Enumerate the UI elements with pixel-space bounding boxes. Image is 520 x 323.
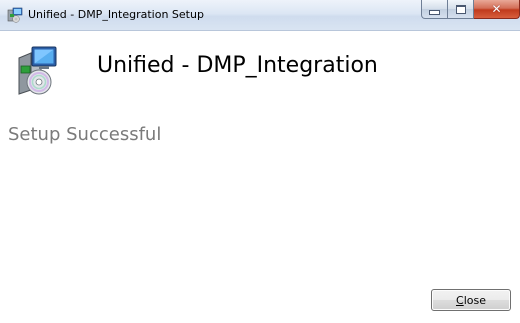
maximize-button[interactable] [448, 0, 474, 19]
close-button-accel: C [456, 293, 464, 307]
installer-icon [7, 7, 23, 23]
window-title: Unified - DMP_Integration Setup [28, 8, 204, 21]
maximize-icon [455, 4, 466, 14]
close-window-button[interactable]: ✕ [474, 0, 520, 19]
product-title: Unified - DMP_Integration [97, 53, 378, 78]
title-bar[interactable]: Unified - DMP_Integration Setup ✕ [0, 0, 520, 31]
close-button[interactable]: Close [431, 289, 511, 311]
installer-package-icon [18, 46, 57, 95]
close-button-label: lose [463, 293, 486, 307]
close-icon: ✕ [491, 2, 502, 16]
minimize-icon [429, 9, 440, 15]
caption-buttons: ✕ [421, 0, 520, 19]
setup-window: Unified - DMP_Integration Setup ✕ Unifie… [0, 0, 520, 323]
status-message: Setup Successful [8, 124, 162, 145]
minimize-button[interactable] [421, 0, 448, 19]
